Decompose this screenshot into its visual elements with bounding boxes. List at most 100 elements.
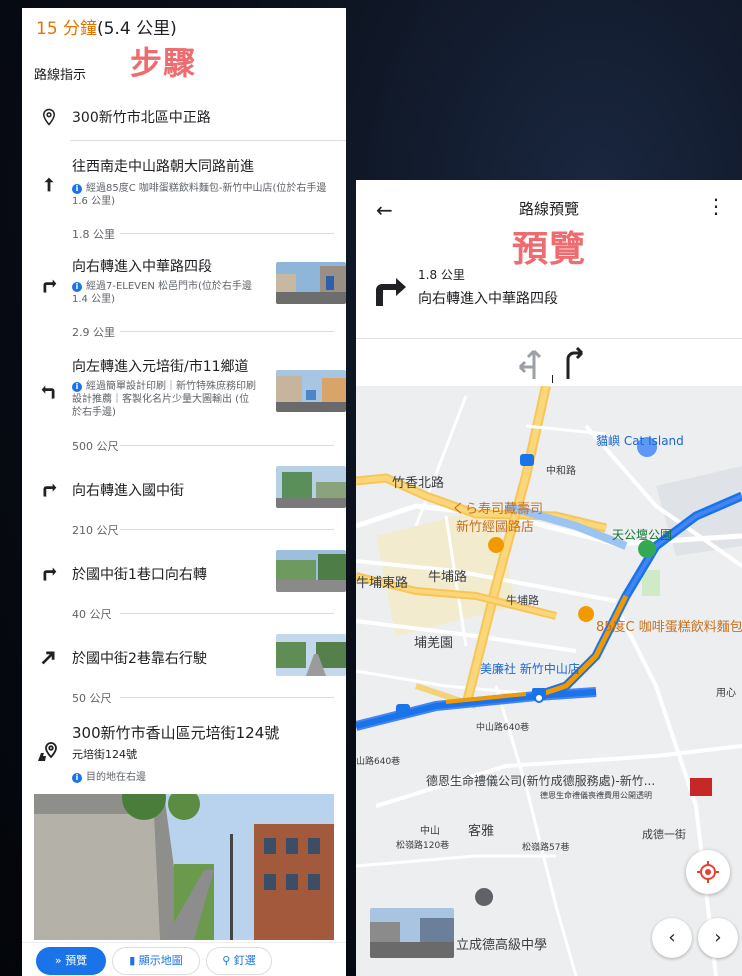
road-label: 松嶺路57巷: [522, 843, 570, 853]
road-label: 牛埔東路: [356, 576, 409, 591]
street-view-thumbnail[interactable]: [276, 634, 346, 676]
info-icon: i: [72, 282, 82, 292]
road-label: 山路640巷: [356, 757, 401, 767]
start-location[interactable]: 300新竹市北區中正路: [36, 106, 336, 130]
destination-street: 元培街124號: [72, 748, 137, 761]
lane-left-icon: [518, 349, 542, 379]
destination-address: 300新竹市香山區元培街124號: [72, 724, 280, 742]
pin-button[interactable]: ⚲ 釘選: [206, 947, 272, 975]
step-title: 往西南走中山路朝大同路前進: [72, 159, 254, 175]
turn-left-icon: [41, 385, 55, 399]
step-distance: 50 公尺: [72, 690, 120, 706]
step-note: i 經過7-ELEVEN 松邑門市(位於右手邊 1.4 公里): [72, 281, 252, 305]
turn-right-icon: [376, 278, 406, 306]
lane-guidance: [356, 338, 742, 385]
lane-right-icon: [566, 346, 584, 379]
step-distance: 1.8 公里: [418, 268, 465, 282]
turn-right-icon: [43, 567, 57, 581]
street-view-thumbnail[interactable]: [276, 370, 346, 412]
info-icon: i: [72, 184, 82, 194]
step-distance: 40 公尺: [72, 606, 120, 622]
previous-step-button[interactable]: ‹: [652, 918, 692, 958]
start-address: 300新竹市北區中正路: [72, 110, 211, 126]
area-label: 埔羌園: [414, 636, 454, 651]
info-icon: i: [72, 382, 82, 392]
step-5[interactable]: 於國中街1巷口向右轉: [34, 548, 346, 598]
step-4[interactable]: 向右轉進入國中街: [34, 464, 346, 514]
poi-kura[interactable]: くら寿司藏壽司: [452, 498, 543, 517]
step-title: 向右轉進入中華路四段: [418, 291, 558, 307]
map-icon: ▮: [129, 954, 139, 967]
preview-title: 路線預覽: [518, 200, 579, 218]
poi-cat-island[interactable]: 貓嶼 Cat Island: [596, 432, 684, 449]
next-step-button[interactable]: ›: [698, 918, 738, 958]
poi-85c[interactable]: 85度C 咖啡蛋糕飲料麵包: [596, 616, 742, 635]
poi-tiangong-park[interactable]: 天公壇公園: [612, 526, 672, 543]
divider: [120, 529, 334, 530]
divider: [70, 140, 346, 141]
info-icon: i: [72, 773, 82, 783]
step-title: 於國中街1巷口向右轉: [72, 567, 207, 583]
step-distance: 1.8 公里: [72, 226, 123, 242]
keep-right-icon: [41, 651, 55, 665]
step-title: 向右轉進入國中街: [72, 483, 184, 499]
road-label: 松嶺路120巷: [396, 841, 450, 851]
action-bar: » 預覽 ▮ 顯示地圖 ⚲ 釘選: [22, 942, 346, 976]
step-1[interactable]: 往西南走中山路朝大同路前進 i 經過85度C 咖啡蛋糕飲料麵包-新竹中山店(位於右…: [34, 154, 346, 224]
road-label: 牛埔路: [506, 594, 539, 607]
more-options-icon[interactable]: ⋮: [706, 194, 726, 218]
step-title: 於國中街2巷靠右行駛: [72, 651, 207, 667]
preview-button[interactable]: » 預覽: [36, 947, 106, 975]
duration: 15 分鐘: [36, 19, 98, 39]
road-label: 中山: [420, 826, 440, 837]
directions-panel: 15 分鐘(5.4 公里) 步驟 路線指示 300新竹市北區中正路 往西南走中山…: [22, 8, 346, 976]
street-view-thumbnail[interactable]: [276, 262, 346, 304]
poi-deen-sub: 德恩生命禮儀喪禮費用公開透明: [540, 791, 652, 800]
annotation-steps: 步驟: [130, 44, 197, 82]
divider: [120, 697, 334, 698]
road-label: 用心: [716, 688, 736, 699]
step-2[interactable]: 向右轉進入中華路四段 i 經過7-ELEVEN 松邑門市(位於右手邊 1.4 公里…: [34, 254, 346, 324]
destination-note: i 目的地在右邊: [72, 768, 146, 783]
poi-kura-branch: 新竹經國路店: [456, 520, 535, 535]
location-pin-icon: [42, 108, 56, 126]
step-distance: 2.9 公里: [72, 324, 123, 340]
step-title: 向左轉進入元培街/市11鄉道: [72, 359, 249, 375]
distance: (5.4 公里): [97, 19, 177, 39]
double-chevron-icon: »: [54, 954, 66, 967]
crosshair-icon: [697, 861, 719, 883]
step-distance: 210 公尺: [72, 522, 127, 538]
street-view-thumbnail[interactable]: [276, 466, 346, 508]
divider: [120, 331, 334, 332]
divider: [120, 613, 334, 614]
poi-chengde-hs[interactable]: 立成德高級中學: [456, 934, 547, 953]
route-preview-panel: ← 路線預覽 ⋮ 預覽 1.8 公里 向右轉進入中華路四段 貓嶼 Cat Isl…: [356, 180, 742, 976]
poi-deen[interactable]: 德恩生命禮儀公司(新竹成德服務處)-新竹...: [426, 772, 655, 789]
road-label: 成德一街: [642, 828, 686, 841]
destination-flag-icon: [38, 742, 57, 761]
show-map-button[interactable]: ▮ 顯示地圖: [112, 947, 200, 975]
step-3[interactable]: 向左轉進入元培街/市11鄉道 i 經過簡單設計印刷｜新竹特殊庶務印刷設計推薦｜客製…: [34, 354, 346, 434]
divider: [120, 445, 334, 446]
pin-icon: ⚲: [222, 954, 234, 967]
turn-right-icon: [43, 483, 57, 497]
street-view-thumbnail[interactable]: [370, 908, 454, 958]
route-map[interactable]: 貓嶼 Cat Island 竹香北路 くら寿司藏壽司 新竹經國路店 天公壇公園 …: [356, 386, 742, 976]
step-distance: 500 公尺: [72, 438, 127, 454]
step-6[interactable]: 於國中街2巷靠右行駛: [34, 632, 346, 682]
poi-meilian[interactable]: 美廉社 新竹中山店: [480, 660, 580, 677]
road-label: 竹香北路: [392, 476, 445, 491]
turn-right-icon: [43, 279, 57, 293]
step-title: 向右轉進入中華路四段: [72, 259, 212, 275]
route-summary: 15 分鐘(5.4 公里): [36, 14, 177, 39]
road-label: 中和路: [546, 466, 576, 477]
destination[interactable]: 300新竹市香山區元培街124號 元培街124號 i 目的地在右邊: [34, 720, 346, 783]
divider: [120, 233, 334, 234]
directions-header: 路線指示: [34, 68, 87, 83]
area-label: 客雅: [468, 824, 495, 839]
current-step: 1.8 公里 向右轉進入中華路四段: [356, 260, 742, 340]
my-location-button[interactable]: [686, 850, 730, 894]
destination-street-view-photo[interactable]: [34, 794, 334, 940]
street-view-thumbnail[interactable]: [276, 550, 346, 592]
step-note: i 經過85度C 咖啡蛋糕飲料麵包-新竹中山店(位於右手邊 1.6 公里): [72, 183, 327, 207]
